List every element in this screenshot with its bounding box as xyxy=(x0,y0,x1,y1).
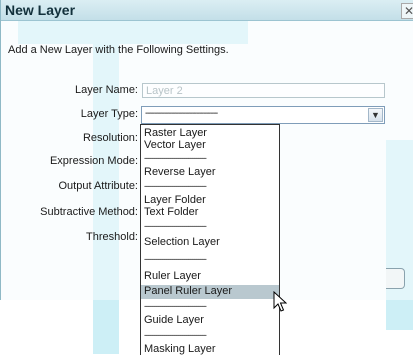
subtractive-method-label: Subtractive Method: xyxy=(40,206,138,218)
option-raster-layer[interactable]: Raster Layer xyxy=(144,127,207,139)
option-panel-ruler-layer[interactable]: Panel Ruler Layer xyxy=(144,285,232,297)
separator: ------------------------------- xyxy=(144,254,207,264)
resolution-label: Resolution: xyxy=(82,132,138,144)
mouse-pointer-icon xyxy=(273,291,287,312)
option-text-folder[interactable]: Text Folder xyxy=(144,206,198,218)
chevron-down-icon[interactable]: ▼ xyxy=(368,108,383,122)
layer-type-dropdown-list: Raster Layer Vector Layer --------------… xyxy=(140,124,280,355)
separator: ------------------------------- xyxy=(144,330,207,340)
layer-type-value: ------------------------------- xyxy=(145,108,218,119)
option-ruler-layer[interactable]: Ruler Layer xyxy=(144,270,201,282)
option-vector-layer[interactable]: Vector Layer xyxy=(144,139,206,151)
layer-type-select[interactable]: ------------------------------- ▼ xyxy=(141,106,385,124)
option-masking-layer[interactable]: Masking Layer xyxy=(144,343,216,355)
separator: ------------------------------- xyxy=(144,221,207,231)
expression-mode-label: Expression Mode: xyxy=(49,155,138,167)
title-bar: New Layer ✕ xyxy=(1,0,413,21)
dialog-button[interactable] xyxy=(386,268,405,289)
dialog-title: New Layer xyxy=(5,2,76,18)
dialog-subtitle: Add a New Layer with the Following Setti… xyxy=(8,44,229,56)
output-attribute-label: Output Attribute: xyxy=(58,180,139,192)
threshold-label: Threshold: xyxy=(86,231,138,243)
option-selection-layer[interactable]: Selection Layer xyxy=(144,236,220,248)
separator: ------------------------------- xyxy=(144,301,207,311)
close-icon[interactable]: ✕ xyxy=(401,3,413,19)
layer-name-label: Layer Name: xyxy=(75,84,138,96)
layer-type-label: Layer Type: xyxy=(80,108,138,120)
option-reverse-layer[interactable]: Reverse Layer xyxy=(144,166,216,178)
option-guide-layer[interactable]: Guide Layer xyxy=(144,314,204,326)
separator: ------------------------------- xyxy=(144,153,207,163)
separator: ------------------------------- xyxy=(144,181,207,191)
layer-name-input[interactable]: Layer 2 xyxy=(142,83,385,98)
option-layer-folder[interactable]: Layer Folder xyxy=(144,194,206,206)
